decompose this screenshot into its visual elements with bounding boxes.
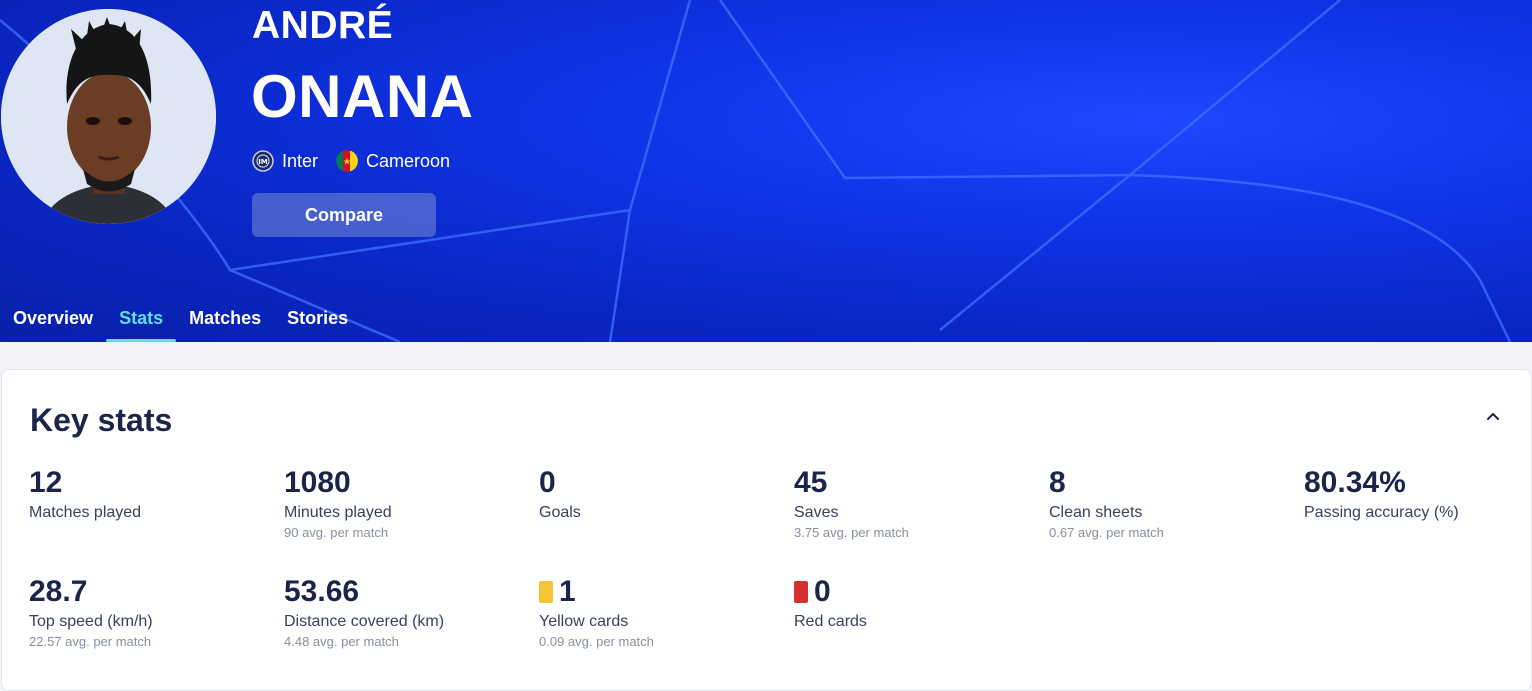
stat-yellow-cards: 1 Yellow cards 0.09 avg. per match — [539, 575, 779, 649]
stat-value: 45 — [794, 466, 828, 499]
stat-label: Yellow cards — [539, 613, 629, 630]
player-hero: ANDRÉ ONANA IM Inter Cameroon Compare Ov… — [0, 0, 1532, 342]
stat-avg: 0.09 avg. per match — [539, 634, 654, 649]
stat-minutes-played: 1080 Minutes played 90 avg. per match — [284, 466, 524, 540]
tab-matches[interactable]: Matches — [176, 300, 274, 342]
stat-goals: 0 Goals — [539, 466, 779, 522]
tab-overview[interactable]: Overview — [0, 300, 106, 342]
stat-label: Minutes played — [284, 504, 392, 521]
stat-saves: 45 Saves 3.75 avg. per match — [794, 466, 1034, 540]
stat-value: 1 — [559, 575, 576, 608]
stat-value: 80.34% — [1304, 466, 1406, 499]
stat-value: 0 — [814, 575, 831, 608]
stat-value: 12 — [29, 466, 63, 499]
stat-distance-covered: 53.66 Distance covered (km) 4.48 avg. pe… — [284, 575, 524, 649]
key-stats-title: Key stats — [30, 402, 173, 438]
stat-value: 53.66 — [284, 575, 360, 608]
stat-value: 8 — [1049, 466, 1066, 499]
player-first-name: ANDRÉ — [252, 4, 394, 47]
player-avatar — [1, 9, 216, 224]
player-meta: IM Inter Cameroon — [252, 150, 450, 172]
player-tabs: Overview Stats Matches Stories — [0, 300, 361, 342]
stat-matches-played: 12 Matches played — [29, 466, 269, 522]
stat-value-row: 1 — [539, 575, 779, 609]
stat-avg: 0.67 avg. per match — [1049, 525, 1164, 540]
stat-avg: 90 avg. per match — [284, 525, 389, 540]
compare-button[interactable]: Compare — [252, 193, 436, 237]
tab-stats[interactable]: Stats — [106, 300, 177, 342]
stat-value: 1080 — [284, 466, 351, 499]
stat-label: Goals — [539, 504, 581, 521]
inter-crest-icon: IM — [252, 150, 274, 172]
stat-value: 0 — [539, 466, 556, 499]
player-last-name: ONANA — [251, 63, 474, 130]
stat-value: 28.7 — [29, 575, 88, 608]
starball-background — [0, 0, 1512, 342]
cameroon-flag-icon — [336, 150, 359, 172]
stat-clean-sheets: 8 Clean sheets 0.67 avg. per match — [1049, 466, 1289, 540]
stat-label: Matches played — [29, 504, 142, 521]
yellow-card-icon — [539, 581, 553, 603]
stat-label: Passing accuracy (%) — [1304, 504, 1459, 521]
svg-text:IM: IM — [258, 158, 268, 166]
stat-label: Saves — [794, 504, 839, 521]
tab-stories[interactable]: Stories — [274, 300, 361, 342]
stat-avg: 3.75 avg. per match — [794, 525, 909, 540]
stat-label: Red cards — [794, 613, 867, 630]
stat-red-cards: 0 Red cards — [794, 575, 1034, 631]
stat-label: Clean sheets — [1049, 504, 1143, 521]
country-name[interactable]: Cameroon — [366, 151, 450, 172]
stat-passing-accuracy: 80.34% Passing accuracy (%) — [1304, 466, 1532, 522]
stat-avg: 22.57 avg. per match — [29, 634, 152, 649]
stat-value-row: 0 — [794, 575, 1034, 609]
stat-label: Top speed (km/h) — [29, 613, 153, 630]
chevron-up-icon[interactable] — [1485, 408, 1501, 424]
stat-top-speed: 28.7 Top speed (km/h) 22.57 avg. per mat… — [29, 575, 269, 649]
red-card-icon — [794, 581, 808, 603]
club-name[interactable]: Inter — [282, 151, 318, 172]
stat-label: Distance covered (km) — [284, 613, 445, 630]
stat-avg: 4.48 avg. per match — [284, 634, 399, 649]
key-stats-card: Key stats 12 Matches played 1080 Minutes… — [1, 369, 1532, 691]
